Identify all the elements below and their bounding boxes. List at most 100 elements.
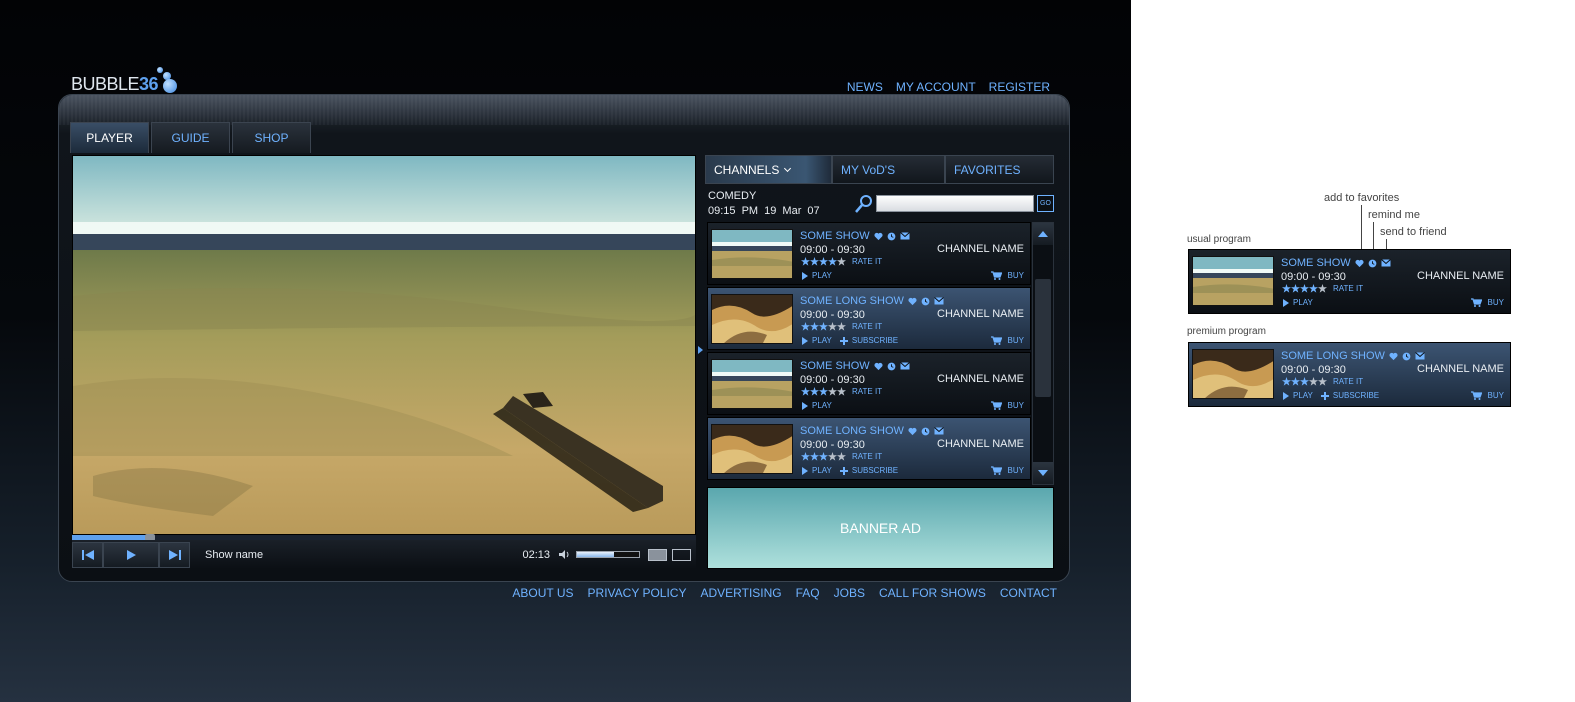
star-icon[interactable] — [810, 257, 819, 266]
program-scrollbar[interactable] — [1032, 222, 1054, 485]
subscribe-link[interactable]: SUBSCRIBE — [1320, 391, 1379, 400]
nav-register[interactable]: REGISTER — [989, 80, 1050, 94]
envelope-icon[interactable] — [1380, 259, 1391, 267]
star-icon[interactable] — [801, 452, 810, 461]
star-icon[interactable] — [819, 257, 828, 266]
envelope-icon[interactable] — [934, 427, 944, 435]
play-link[interactable]: PLAY — [801, 271, 832, 280]
envelope-icon[interactable] — [899, 362, 910, 370]
rate-it-link[interactable]: RATE IT — [1333, 284, 1363, 293]
footer-advertising[interactable]: ADVERTISING — [700, 586, 781, 600]
search-icon[interactable] — [854, 194, 874, 214]
play-link[interactable]: PLAY — [801, 336, 832, 345]
star-icon[interactable] — [1309, 284, 1318, 293]
rating-stars[interactable]: RATE IT — [801, 452, 882, 461]
program-title[interactable]: SOME SHOW — [800, 230, 870, 242]
rating-stars[interactable]: RATE IT — [801, 322, 882, 331]
star-icon[interactable] — [828, 452, 837, 461]
scroll-up-button[interactable] — [1033, 223, 1053, 245]
tab-favorites[interactable]: FAVORITES — [945, 155, 1054, 184]
envelope-icon[interactable] — [1415, 352, 1425, 360]
program-thumbnail[interactable] — [1192, 349, 1274, 399]
program-title[interactable]: SOME LONG SHOW — [800, 425, 904, 437]
program-thumbnail[interactable] — [1192, 256, 1274, 306]
next-button[interactable] — [159, 541, 190, 568]
rate-it-link[interactable]: RATE IT — [852, 322, 882, 331]
volume-slider[interactable] — [576, 551, 640, 558]
go-button[interactable]: GO — [1037, 195, 1054, 212]
panel-toggle-icon[interactable] — [698, 346, 703, 354]
logo[interactable]: BUBBLE36 — [71, 67, 177, 95]
banner-ad[interactable]: BANNER AD — [707, 487, 1054, 569]
buy-link[interactable]: BUY — [990, 271, 1024, 280]
rate-it-link[interactable]: RATE IT — [852, 452, 882, 461]
star-icon[interactable] — [837, 452, 846, 461]
footer-faq[interactable]: FAQ — [796, 586, 820, 600]
buy-link[interactable]: BUY — [1470, 391, 1504, 400]
star-icon[interactable] — [819, 322, 828, 331]
rate-it-link[interactable]: RATE IT — [852, 257, 882, 266]
video-screen[interactable] — [72, 155, 696, 535]
footer-privacy-policy[interactable]: PRIVACY POLICY — [588, 586, 687, 600]
star-icon[interactable] — [837, 387, 846, 396]
volume-icon[interactable] — [558, 549, 570, 560]
star-icon[interactable] — [1300, 284, 1309, 293]
heart-icon[interactable] — [874, 362, 883, 371]
tab-my-vods[interactable]: MY VoD'S — [832, 155, 945, 184]
star-icon[interactable] — [819, 452, 828, 461]
scroll-thumb[interactable] — [1035, 279, 1051, 397]
star-icon[interactable] — [810, 322, 819, 331]
program-card[interactable]: SOME SHOW 09:00 - 09:30 CHANNEL NAME RATE I… — [707, 352, 1031, 415]
clock-icon[interactable] — [887, 362, 896, 371]
tab-channels[interactable]: CHANNELS — [705, 155, 832, 184]
play-link[interactable]: PLAY — [1282, 298, 1313, 307]
search-input[interactable] — [876, 195, 1034, 212]
footer-about-us[interactable]: ABOUT US — [512, 586, 573, 600]
rate-it-link[interactable]: RATE IT — [1333, 377, 1363, 386]
rating-stars[interactable]: RATE IT — [801, 257, 882, 266]
rating-stars[interactable]: RATE IT — [1282, 377, 1363, 386]
program-title[interactable]: SOME SHOW — [1281, 257, 1351, 269]
star-icon[interactable] — [810, 387, 819, 396]
heart-icon[interactable] — [908, 427, 917, 436]
star-icon[interactable] — [1282, 377, 1291, 386]
nav-news[interactable]: NEWS — [847, 80, 883, 94]
program-title[interactable]: SOME SHOW — [800, 360, 870, 372]
buy-link[interactable]: BUY — [1470, 298, 1504, 307]
clock-icon[interactable] — [921, 297, 930, 306]
clock-icon[interactable] — [887, 232, 896, 241]
previous-button[interactable] — [72, 541, 103, 568]
star-icon[interactable] — [801, 322, 810, 331]
rating-stars[interactable]: RATE IT — [801, 387, 882, 396]
footer-jobs[interactable]: JOBS — [834, 586, 865, 600]
program-thumbnail[interactable] — [711, 424, 793, 474]
star-icon[interactable] — [828, 322, 837, 331]
premium-program-card[interactable]: SOME LONG SHOW 09:00 - 09:30 CHANNEL NAME R… — [1188, 342, 1511, 407]
star-icon[interactable] — [1318, 377, 1327, 386]
envelope-icon[interactable] — [934, 297, 944, 305]
program-card[interactable]: SOME SHOW 09:00 - 09:30 CHANNEL NAME RATE I… — [1188, 249, 1511, 314]
star-icon[interactable] — [828, 387, 837, 396]
heart-icon[interactable] — [874, 232, 883, 241]
nav-my-account[interactable]: MY ACCOUNT — [896, 80, 976, 94]
heart-icon[interactable] — [1389, 352, 1398, 361]
star-icon[interactable] — [837, 322, 846, 331]
clock-icon[interactable] — [921, 427, 930, 436]
program-thumbnail[interactable] — [711, 359, 793, 409]
rating-stars[interactable]: RATE IT — [1282, 284, 1363, 293]
clock-icon[interactable] — [1402, 352, 1411, 361]
star-icon[interactable] — [819, 387, 828, 396]
heart-icon[interactable] — [908, 297, 917, 306]
star-icon[interactable] — [1282, 284, 1291, 293]
fullscreen-button[interactable] — [672, 548, 691, 561]
play-button[interactable] — [103, 541, 159, 568]
star-icon[interactable] — [1291, 284, 1300, 293]
footer-contact[interactable]: CONTACT — [1000, 586, 1057, 600]
premium-program-card[interactable]: SOME LONG SHOW 09:00 - 09:30 CHANNEL NAME R… — [707, 417, 1031, 480]
tab-guide[interactable]: GUIDE — [151, 122, 230, 153]
star-icon[interactable] — [837, 257, 846, 266]
play-link[interactable]: PLAY — [801, 466, 832, 475]
star-icon[interactable] — [801, 257, 810, 266]
scroll-down-button[interactable] — [1033, 462, 1053, 484]
program-title[interactable]: SOME LONG SHOW — [1281, 350, 1385, 362]
